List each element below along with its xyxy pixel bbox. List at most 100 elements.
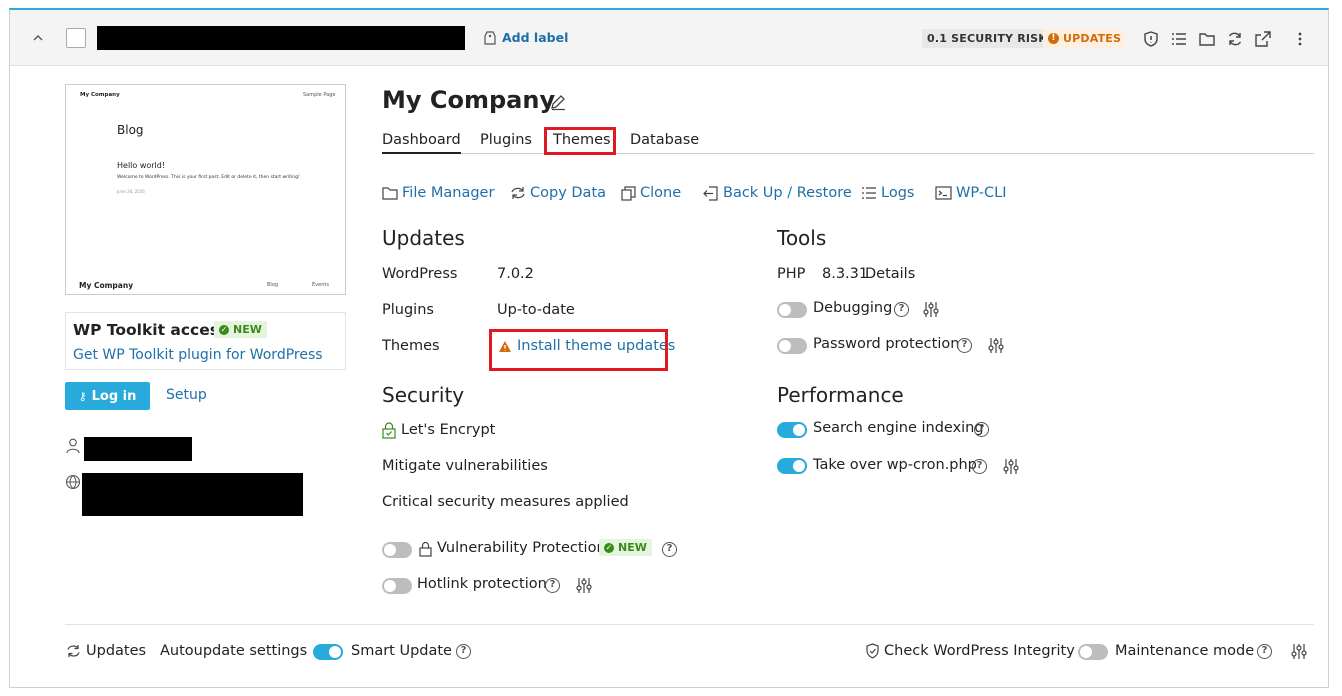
- toolkit-new-badge: ✓ NEW: [214, 321, 267, 338]
- login-button[interactable]: ⚷ Log in: [65, 382, 150, 410]
- redacted-site-url: [97, 26, 465, 50]
- alert-circle-icon: !: [1048, 33, 1059, 44]
- select-checkbox[interactable]: [66, 28, 86, 48]
- themes-label: Themes: [382, 338, 440, 354]
- shield-icon[interactable]: [1142, 30, 1160, 48]
- check-integrity-link[interactable]: Check WordPress Integrity: [884, 643, 1075, 659]
- get-toolkit-link[interactable]: Get WP Toolkit plugin for WordPress: [73, 347, 323, 363]
- autoupdate-settings-link[interactable]: Autoupdate settings: [160, 643, 307, 659]
- updates-badge[interactable]: ! UPDATES: [1043, 29, 1127, 48]
- hotlink-protection-toggle[interactable]: [382, 578, 412, 594]
- sync-icon: [511, 187, 525, 199]
- list-icon[interactable]: [1170, 30, 1188, 48]
- tabs-divider: [382, 153, 1314, 154]
- file-manager-link[interactable]: File Manager: [382, 185, 494, 201]
- preview-footer-events: Events: [312, 282, 329, 288]
- chevron-up-icon[interactable]: [32, 32, 44, 44]
- wordpress-label: WordPress: [382, 266, 458, 282]
- backup-restore-link[interactable]: Back Up / Restore: [703, 185, 852, 201]
- indexing-help-icon[interactable]: ?: [974, 422, 989, 437]
- footer-divider: [65, 624, 1314, 625]
- toolkit-box: WP Toolkit access ✓ NEW Get WP Toolkit p…: [65, 312, 346, 370]
- vulnerability-protection-label: Vulnerability Protection: [437, 540, 606, 556]
- wpcron-toggle[interactable]: [777, 458, 807, 474]
- preview-sample-page: Sample Page: [303, 92, 336, 98]
- file-manager-label: File Manager: [402, 185, 495, 201]
- preview-post-text: Welcome to WordPress. This is your first…: [117, 175, 300, 180]
- tab-database[interactable]: Database: [630, 132, 699, 148]
- smart-update-toggle[interactable]: [313, 644, 343, 660]
- logs-link[interactable]: Logs: [861, 185, 914, 201]
- sliders-icon[interactable]: [1291, 643, 1307, 660]
- vulnerability-help-icon[interactable]: ?: [662, 542, 677, 557]
- footer-updates-link[interactable]: Updates: [86, 643, 146, 659]
- hotlink-help-icon[interactable]: ?: [545, 578, 560, 593]
- refresh-icon[interactable]: [1226, 30, 1244, 48]
- wpcron-label: Take over wp-cron.php: [813, 457, 977, 473]
- vulnerability-new-badge: ✓ NEW: [599, 539, 652, 556]
- clone-link[interactable]: Clone: [621, 185, 681, 201]
- debugging-toggle[interactable]: [777, 302, 807, 318]
- vulnerability-protection-toggle[interactable]: [382, 542, 412, 558]
- folder-icon[interactable]: [1198, 30, 1216, 48]
- maintenance-mode-toggle[interactable]: [1078, 644, 1108, 660]
- password-protection-label: Password protection: [813, 336, 960, 352]
- clone-icon: [621, 185, 636, 201]
- password-protection-toggle[interactable]: [777, 338, 807, 354]
- login-label: Log in: [91, 388, 137, 404]
- smart-update-help-icon[interactable]: ?: [456, 644, 471, 659]
- refresh-icon: [67, 645, 80, 657]
- redacted-url: [82, 473, 303, 516]
- check-circle-icon: ✓: [219, 324, 229, 335]
- debugging-label: Debugging: [813, 300, 893, 316]
- sliders-icon[interactable]: [923, 301, 939, 318]
- php-details-link[interactable]: Details: [865, 266, 915, 282]
- list-icon: [862, 187, 876, 199]
- user-icon: [66, 438, 80, 454]
- performance-heading: Performance: [777, 383, 904, 407]
- clone-label: Clone: [640, 185, 682, 201]
- preview-site-name: My Company: [80, 92, 120, 98]
- vulnerability-new-label: NEW: [618, 541, 647, 554]
- copy-data-link[interactable]: Copy Data: [510, 185, 606, 201]
- tools-heading: Tools: [777, 226, 827, 250]
- backup-restore-label: Back Up / Restore: [723, 185, 852, 201]
- setup-link[interactable]: Setup: [166, 387, 207, 403]
- mitigate-vulnerabilities-link[interactable]: Mitigate vulnerabilities: [382, 458, 548, 474]
- wpcron-help-icon[interactable]: ?: [972, 459, 987, 474]
- toolkit-title: WP Toolkit access: [73, 321, 229, 339]
- sliders-icon[interactable]: [988, 337, 1004, 354]
- shield-check-icon: [866, 643, 879, 659]
- ssl-label: Let's Encrypt: [401, 422, 496, 438]
- search-indexing-label: Search engine indexing: [813, 420, 984, 436]
- globe-icon: [65, 474, 81, 490]
- site-preview[interactable]: My Company Sample Page Blog Hello world!…: [65, 84, 346, 295]
- maintenance-mode-label: Maintenance mode: [1115, 643, 1255, 659]
- sliders-icon[interactable]: [576, 577, 592, 594]
- lock-icon: [419, 541, 432, 557]
- tag-icon: [484, 31, 496, 45]
- maintenance-help-icon[interactable]: ?: [1257, 644, 1272, 659]
- edit-pencil-icon[interactable]: [549, 93, 567, 111]
- updates-badge-label: UPDATES: [1063, 32, 1122, 45]
- more-vertical-icon[interactable]: [1291, 30, 1309, 48]
- check-circle-icon: ✓: [604, 542, 614, 553]
- plugins-status: Up-to-date: [497, 302, 575, 318]
- redacted-username: [84, 437, 192, 461]
- open-external-icon[interactable]: [1254, 30, 1272, 48]
- tab-plugins[interactable]: Plugins: [480, 132, 532, 148]
- plugins-label: Plugins: [382, 302, 434, 318]
- sliders-icon[interactable]: [1003, 458, 1019, 475]
- toolkit-new-label: NEW: [233, 323, 262, 336]
- search-indexing-toggle[interactable]: [777, 422, 807, 438]
- preview-blog-title: Blog: [117, 123, 144, 137]
- critical-security-link[interactable]: Critical security measures applied: [382, 494, 629, 510]
- wp-cli-link[interactable]: WP-CLI: [935, 185, 1006, 201]
- add-label-link[interactable]: Add label: [502, 30, 568, 45]
- smart-update-label: Smart Update: [351, 643, 452, 659]
- tab-dashboard[interactable]: Dashboard: [382, 132, 461, 154]
- debugging-help-icon[interactable]: ?: [894, 302, 909, 317]
- password-help-icon[interactable]: ?: [957, 338, 972, 353]
- key-icon: ⚷: [78, 389, 87, 403]
- security-risk-badge[interactable]: 0.1 SECURITY RISK: [922, 29, 1053, 48]
